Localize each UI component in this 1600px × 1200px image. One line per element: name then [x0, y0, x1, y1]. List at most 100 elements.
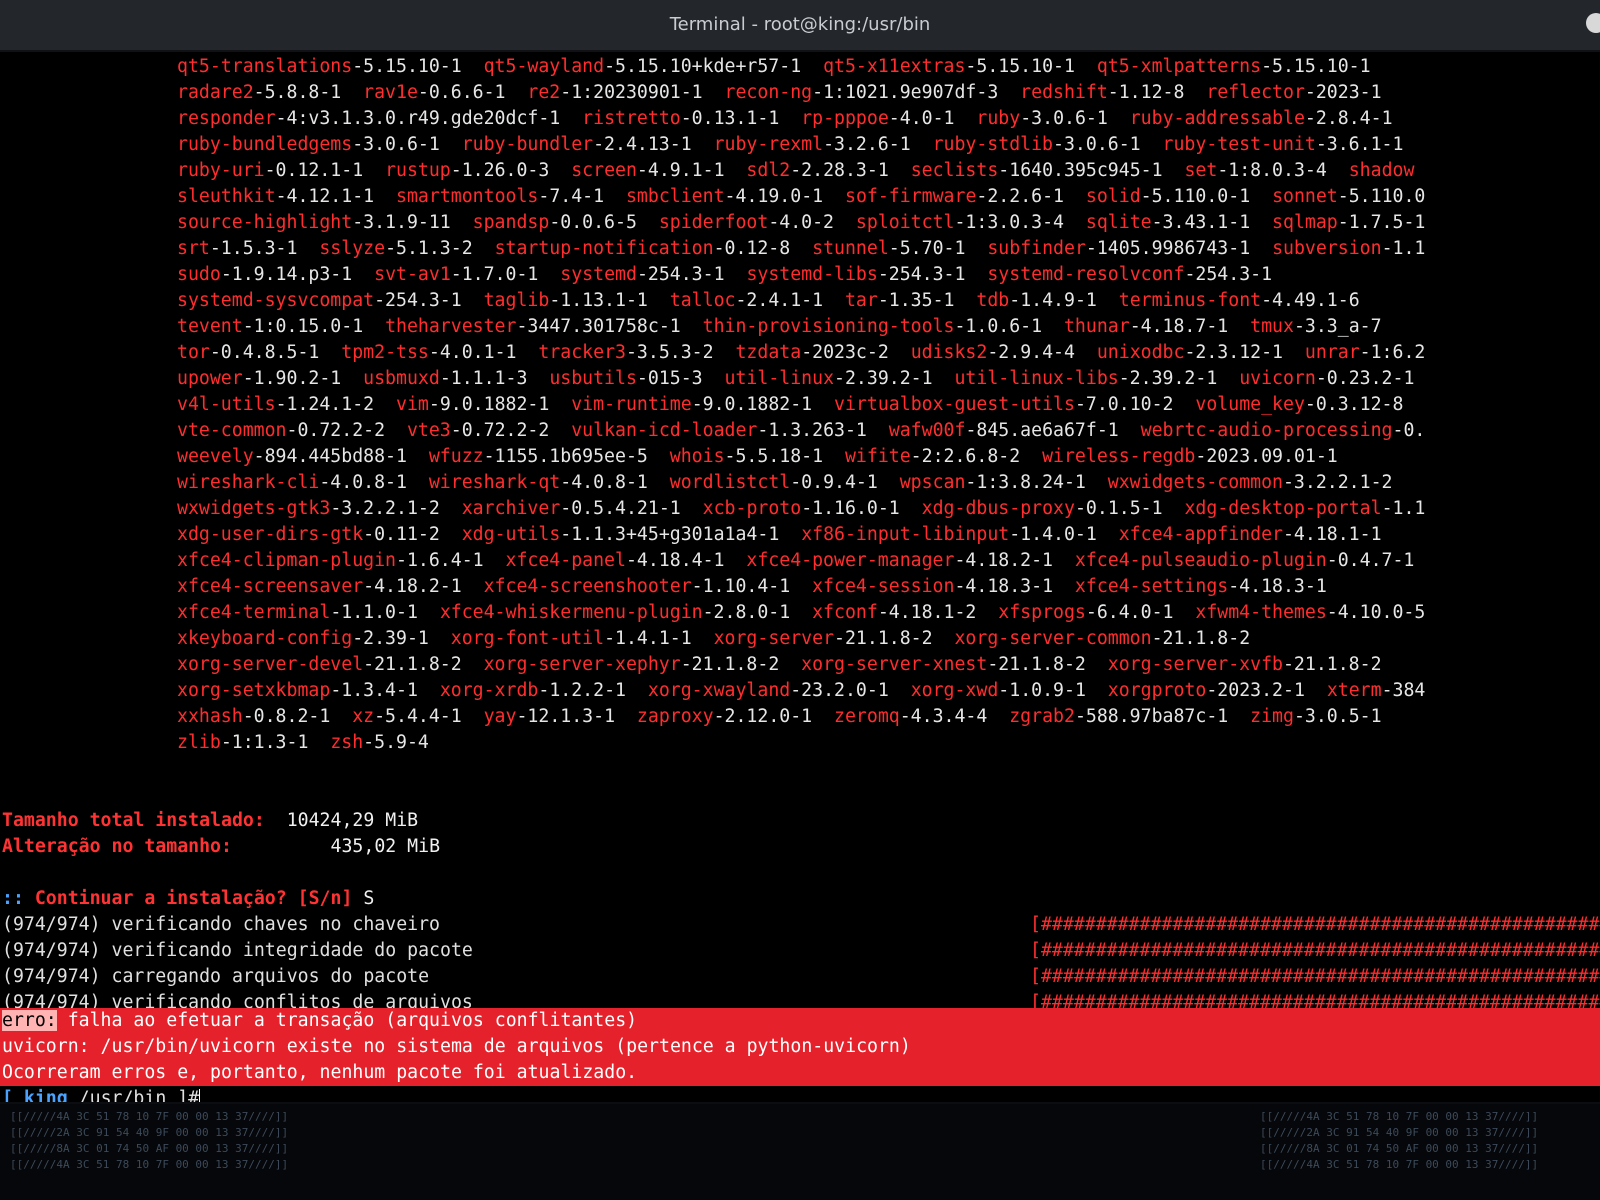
package-version: -23.2.0-1	[790, 680, 911, 701]
package-version: -4.18.2-1	[363, 576, 484, 597]
package-name: xfwm4-themes	[1195, 602, 1327, 623]
background-hex-text: [[/////4A 3C 51 78 10 7F 00 00 13 37////…	[1260, 1110, 1539, 1123]
package-name: xfce4-settings	[1074, 576, 1229, 597]
confirm-question: Continuar a instalação? [S/n]	[34, 888, 353, 909]
package-version: -4.18.3-1	[954, 576, 1075, 597]
package-version: -1.7.5-1	[1337, 212, 1426, 233]
package-version: -0.8.2-1	[242, 706, 353, 727]
package-name: xfce4-power-manager	[746, 550, 955, 571]
package-name: webrtc-audio-processing	[1140, 420, 1393, 441]
package-name: xorg-server-devel	[177, 654, 364, 675]
package-version: -4:v3.1.3.0.r49.gde20dcf-1	[275, 108, 583, 129]
package-line: v4l-utils-1.24.1-2 vim-9.0.1882-1 vim-ru…	[177, 392, 1403, 418]
package-name: xorg-xwayland	[647, 680, 791, 701]
progress-line: (974/974) carregando arquivos do pacote	[2, 966, 430, 987]
package-version: -1.12-8	[1107, 82, 1207, 103]
package-name: sudo	[177, 264, 221, 285]
package-version: -1.1.3+45+g301a1a4-1	[560, 524, 802, 545]
package-version: -5.15.10-1	[1261, 56, 1371, 77]
package-name: vim-runtime	[571, 394, 692, 415]
package-name: qt5-x11extras	[823, 56, 966, 77]
package-version: -1.3.4-1	[330, 680, 440, 701]
package-version: -0.23.2-1	[1315, 368, 1415, 389]
package-name: ruby-uri	[177, 160, 265, 181]
total-installed-size-label: Tamanho total instalado:	[2, 810, 265, 831]
package-name: ruby-bundledgems	[177, 134, 353, 155]
package-version: -1.35-1	[877, 290, 977, 311]
package-version: -0.3.12-8	[1304, 394, 1404, 415]
package-name: ruby-test-unit	[1162, 134, 1316, 155]
background-hex-text: [[/////4A 3C 51 78 10 7F 00 00 13 37////…	[10, 1158, 289, 1171]
package-version: -4.18.1-1	[1282, 524, 1382, 545]
package-name: vim	[396, 394, 429, 415]
package-line: xdg-user-dirs-gtk-0.11-2 xdg-utils-1.1.3…	[177, 522, 1382, 548]
package-name: wxwidgets-gtk3	[177, 498, 331, 519]
package-name: xfce4-pulseaudio-plugin	[1074, 550, 1327, 571]
package-name: xorgproto	[1107, 680, 1207, 701]
package-version: -845.ae6a67f-1	[965, 420, 1141, 441]
package-name: solid	[1085, 186, 1141, 207]
package-version: -2.8.0-1	[702, 602, 813, 623]
package-name: systemd	[560, 264, 637, 285]
package-line: upower-1.90.2-1 usbmuxd-1.1.1-3 usbutils…	[177, 366, 1414, 392]
package-name: redshift	[1020, 82, 1108, 103]
package-version: -4.0.8-1	[560, 472, 670, 493]
package-version: -0.1.5-1	[1074, 498, 1185, 519]
error-line-2: uvicorn: /usr/bin/uvicorn existe no sist…	[2, 1036, 911, 1057]
package-name: unixodbc	[1096, 342, 1185, 363]
package-version: -0.13.1-1	[680, 108, 802, 129]
shell-prompt[interactable]: [ king /usr/bin ]#	[2, 1086, 201, 1102]
package-version: -2023.09.01-1	[1195, 446, 1338, 467]
package-name: xfce4-session	[812, 576, 955, 597]
package-version: -384	[1381, 680, 1426, 701]
package-name: rustup	[385, 160, 451, 181]
package-name: xcb-proto	[702, 498, 802, 519]
package-name: yay	[483, 706, 517, 727]
package-name: sof-firmware	[845, 186, 977, 207]
size-change-value: 435,02 MiB	[330, 836, 441, 857]
package-version: -2:2.6.8-2	[910, 446, 1043, 467]
package-line: wxwidgets-gtk3-3.2.2.1-2 xarchiver-0.5.4…	[177, 496, 1425, 522]
package-name: unrar	[1304, 342, 1360, 363]
window-control-button[interactable]	[1586, 13, 1600, 33]
package-version: -1.26.0-3	[450, 160, 572, 181]
package-name: reflector	[1206, 82, 1305, 103]
package-name: tmux	[1250, 316, 1294, 337]
window-titlebar[interactable]: Terminal - root@king:/usr/bin	[0, 0, 1600, 52]
error-message: falha ao efetuar a transação (arquivos c…	[67, 1010, 638, 1031]
package-name: wfuzz	[428, 446, 484, 467]
size-change-label: Alteração no tamanho:	[2, 836, 232, 857]
package-version: -1:1.3-1	[220, 732, 331, 753]
package-version: -1.24.1-2	[275, 394, 397, 415]
package-name: xfce4-panel	[505, 550, 626, 571]
package-name: systemd-resolvconf	[987, 264, 1185, 285]
package-name: util-linux-libs	[954, 368, 1119, 389]
package-name: xfce4-whiskermenu-plugin	[439, 602, 703, 623]
package-name: xfconf	[812, 602, 878, 623]
package-version: -4.10.0-5	[1326, 602, 1426, 623]
package-name: xkeyboard-config	[177, 628, 353, 649]
package-version: -21.1.8-2	[834, 628, 955, 649]
prompt-path: /usr/bin	[78, 1088, 167, 1102]
package-name: rav1e	[363, 82, 418, 103]
package-line: xorg-setxkbmap-1.3.4-1 xorg-xrdb-1.2.2-1…	[177, 678, 1425, 704]
terminal-output[interactable]: qt5-translations-5.15.10-1 qt5-wayland-5…	[0, 52, 1600, 1102]
package-name: qt5-translations	[177, 56, 353, 77]
package-version: -4.18.2-1	[954, 550, 1075, 571]
package-version: -1.5.3-1	[209, 238, 320, 259]
package-version: -1.4.9-1	[1009, 290, 1119, 311]
package-name: weevely	[177, 446, 254, 467]
prompt-user: king	[23, 1088, 68, 1102]
package-name: wpscan	[899, 472, 966, 493]
package-version: -2.4.13-1	[593, 134, 714, 155]
package-line: xkeyboard-config-2.39-1 xorg-font-util-1…	[177, 626, 1250, 652]
package-name: ruby-rexml	[713, 134, 824, 155]
package-version: -1405.9986743-1	[1085, 238, 1273, 259]
package-name: sdl2	[746, 160, 791, 181]
package-version: -5.15.10-1	[965, 56, 1097, 77]
package-name: ruby-addressable	[1129, 108, 1305, 129]
package-version: -3.2.2.1-2	[330, 498, 462, 519]
package-name: smbclient	[625, 186, 725, 207]
package-version: -0.9.4-1	[790, 472, 900, 493]
package-name: wireshark-qt	[428, 472, 561, 493]
